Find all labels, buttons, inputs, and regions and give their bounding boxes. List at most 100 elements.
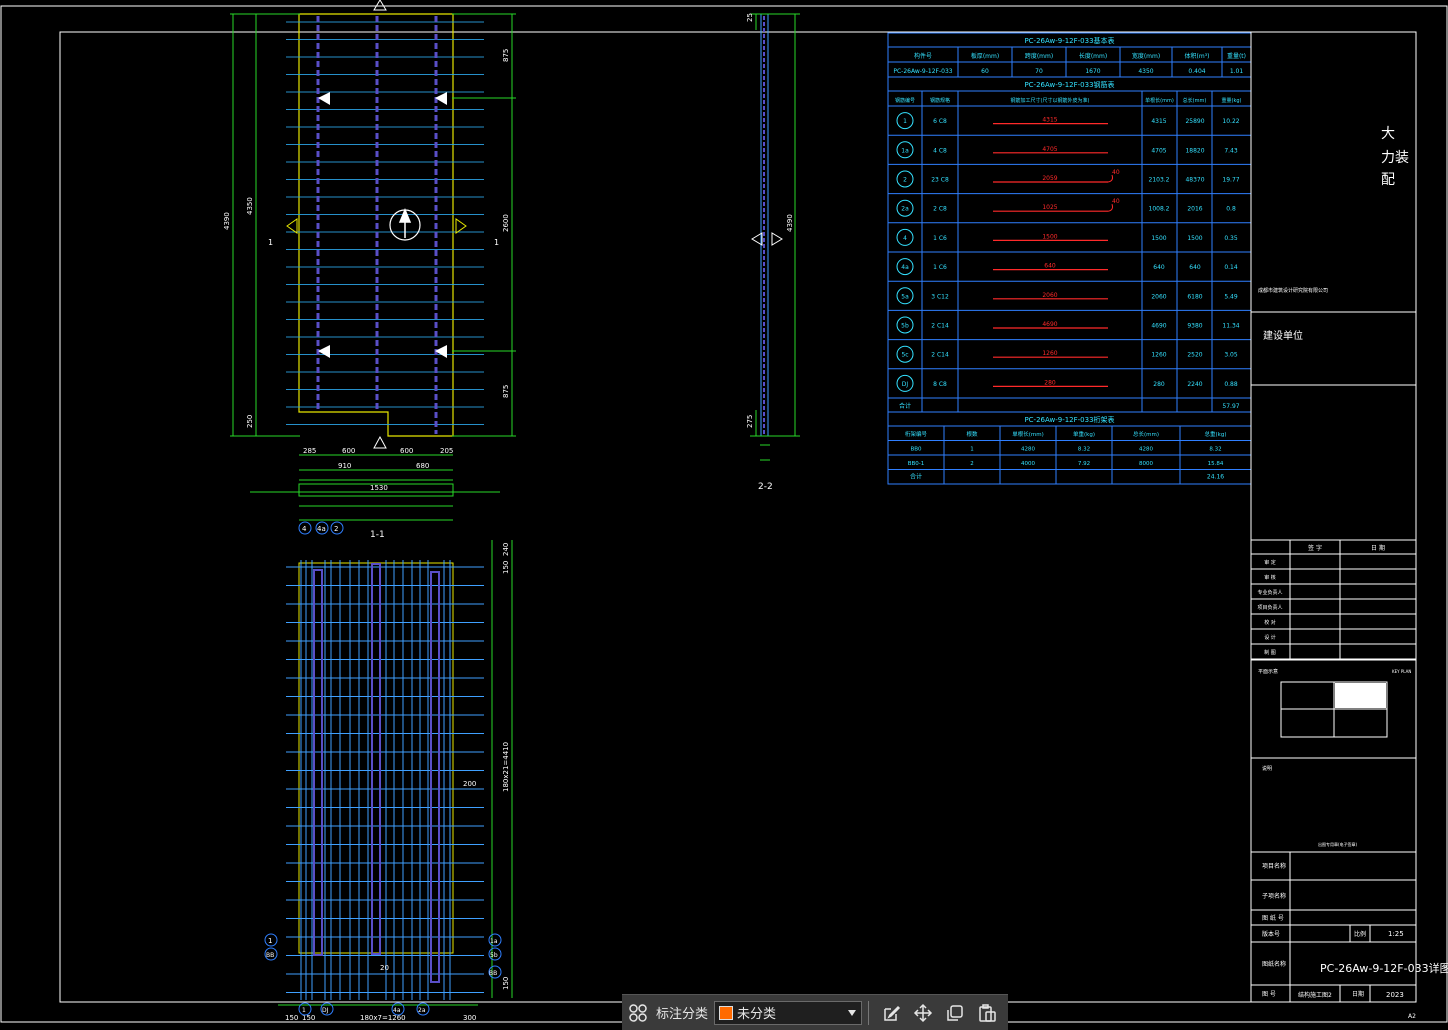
paste-icon[interactable] [971, 997, 1003, 1029]
section-number: 1 [494, 238, 499, 247]
dim-text: 600 [342, 447, 355, 455]
lift-point-marker [435, 345, 447, 358]
bar-spec: 4 C8 [933, 147, 947, 154]
date-value: 2023 [1386, 991, 1404, 999]
sign-header: 签 字 [1308, 544, 1322, 552]
bubble-text: 4a [317, 525, 326, 533]
dim-text: 910 [338, 462, 351, 470]
bar-weight: 5.49 [1224, 293, 1238, 300]
section-1-1: 285 600 600 205 910 680 1530 1-1 4 4a 2 [250, 447, 500, 540]
bubble-text: 2a [418, 1007, 426, 1014]
dim-text: 180x21=4410 [502, 742, 510, 792]
bar-weight: 10.22 [1222, 118, 1239, 125]
bar-number: DJ [902, 381, 909, 388]
bar-length: 4690 [1151, 323, 1166, 330]
page-no: 结构施工图2 [1298, 991, 1332, 999]
table-cell-text: BB0-1 [908, 461, 925, 467]
section-mark-icon [286, 218, 298, 234]
bar-shape-length: 280 [1044, 379, 1056, 386]
hook-length: 40 [1112, 169, 1120, 176]
bar-weight: 11.34 [1222, 323, 1239, 330]
bar-weight: 0.88 [1224, 381, 1238, 388]
bubble-text: DJ [322, 1007, 329, 1014]
bar-shape-length: 4690 [1042, 321, 1057, 328]
dim-text: 240 [502, 543, 510, 556]
scale-label: 比例 [1354, 930, 1366, 938]
table-header: 钢筋加工尺寸(尺寸以钢筋外皮为准) [1011, 97, 1090, 104]
bar-weight: 0.35 [1224, 235, 1238, 242]
plan-view-top: 4390 4350 250 875 2600 875 1 1 [223, 0, 516, 449]
sign-row-label: 设 计 [1264, 634, 1276, 641]
move-icon[interactable] [907, 997, 939, 1029]
project-name-label: 项目名称 [1262, 862, 1286, 870]
edit-icon[interactable] [875, 997, 907, 1029]
title-text: 力装 [1381, 150, 1409, 166]
bubble-text: 1 [268, 937, 272, 945]
bar-total: 9380 [1187, 323, 1202, 330]
bar-weight: 19.77 [1222, 177, 1239, 184]
total-label: 合计 [910, 473, 922, 481]
table-cell-text: 8000 [1139, 461, 1153, 467]
copy-icon[interactable] [939, 997, 971, 1029]
toolbar-divider [868, 1000, 870, 1025]
table-cell-text: 60 [981, 68, 989, 75]
truss-bar [430, 571, 440, 983]
table-cell-text: 2 [970, 461, 974, 467]
bar-total: 2016 [1187, 206, 1202, 213]
bar-shape-length: 2059 [1042, 175, 1057, 182]
annotation-category-label: 标注分类 [656, 1007, 709, 1022]
bar-shape-length: 1025 [1042, 204, 1057, 211]
category-color-swatch [719, 1005, 734, 1020]
dim-text: 275 [746, 415, 754, 428]
dim-text: 4390 [786, 214, 794, 232]
table-header: 构件号 [914, 52, 932, 60]
bar-total: 18820 [1185, 147, 1204, 154]
table-header: 单重(kg) [1073, 430, 1095, 438]
drawing-name-label: 图纸名称 [1262, 960, 1286, 968]
sign-row-label: 校 对 [1264, 619, 1276, 626]
table-cell-text: 1.01 [1230, 68, 1244, 75]
dim-text: 600 [400, 447, 413, 455]
cad-drawing-canvas[interactable]: 4390 4350 250 875 2600 875 1 1 285 600 6… [0, 0, 1448, 1029]
category-selected-value: 未分类 [737, 1007, 777, 1022]
bar-length: 2060 [1151, 293, 1166, 300]
table-cell-text: 0.404 [1188, 68, 1205, 75]
bar-total: 1500 [1187, 235, 1202, 242]
table-title: PC-26Aw-9-12F-033桁架表 [1024, 415, 1114, 424]
table-header: 总长(mm) [1133, 430, 1159, 438]
table-cell-text: 7.92 [1078, 461, 1090, 467]
bar-length: 1500 [1151, 235, 1166, 242]
grid-icon[interactable] [622, 997, 654, 1029]
key-plan-highlight [1335, 683, 1386, 708]
category-dropdown[interactable]: 未分类 [714, 1000, 863, 1025]
bar-weight: 3.05 [1224, 352, 1238, 359]
reinforcement-plan: 240 150 180x21=4410 150 200 20 150 150 1… [264, 540, 513, 1022]
total-label: 合计 [899, 402, 911, 410]
bar-total: 2520 [1187, 352, 1202, 359]
stamp-label: 出图专用章(电子签章) [1318, 841, 1358, 847]
bar-spec: 1 C6 [933, 264, 947, 271]
section-2-2: 4390 25 275 2-2 [746, 13, 800, 492]
title-text: 大 [1381, 126, 1395, 142]
bar-number: 5a [901, 293, 909, 300]
dim-text: 25 [746, 13, 754, 22]
bar-length: 640 [1153, 264, 1165, 271]
table-header: 体积(m³) [1185, 52, 1210, 60]
section-number: 1 [268, 238, 273, 247]
dim-text: 680 [416, 462, 429, 470]
schedule-tables: PC-26Aw-9-12F-033基本表构件号 板厚(mm) 跨度(mm) 长度(mm… [887, 32, 1252, 485]
table-header: 长度(mm) [1079, 52, 1107, 60]
table-cell-text: 1 [970, 447, 974, 453]
build-unit-label: 建设单位 [1263, 329, 1303, 342]
table-header: 重量(t) [1227, 52, 1246, 60]
table-cell-text: 1670 [1085, 68, 1100, 75]
dim-text: 300 [463, 1014, 476, 1022]
version-label: 版本号 [1262, 930, 1280, 938]
bar-weight: 0.14 [1224, 264, 1238, 271]
bar-number: 1a [901, 147, 909, 154]
bar-spec: 6 C8 [933, 118, 947, 125]
bar-total: 640 [1189, 264, 1201, 271]
sign-header: 日 期 [1371, 544, 1385, 552]
sheet-inner-frame [59, 31, 1417, 1003]
dim-text: 250 [246, 415, 254, 428]
